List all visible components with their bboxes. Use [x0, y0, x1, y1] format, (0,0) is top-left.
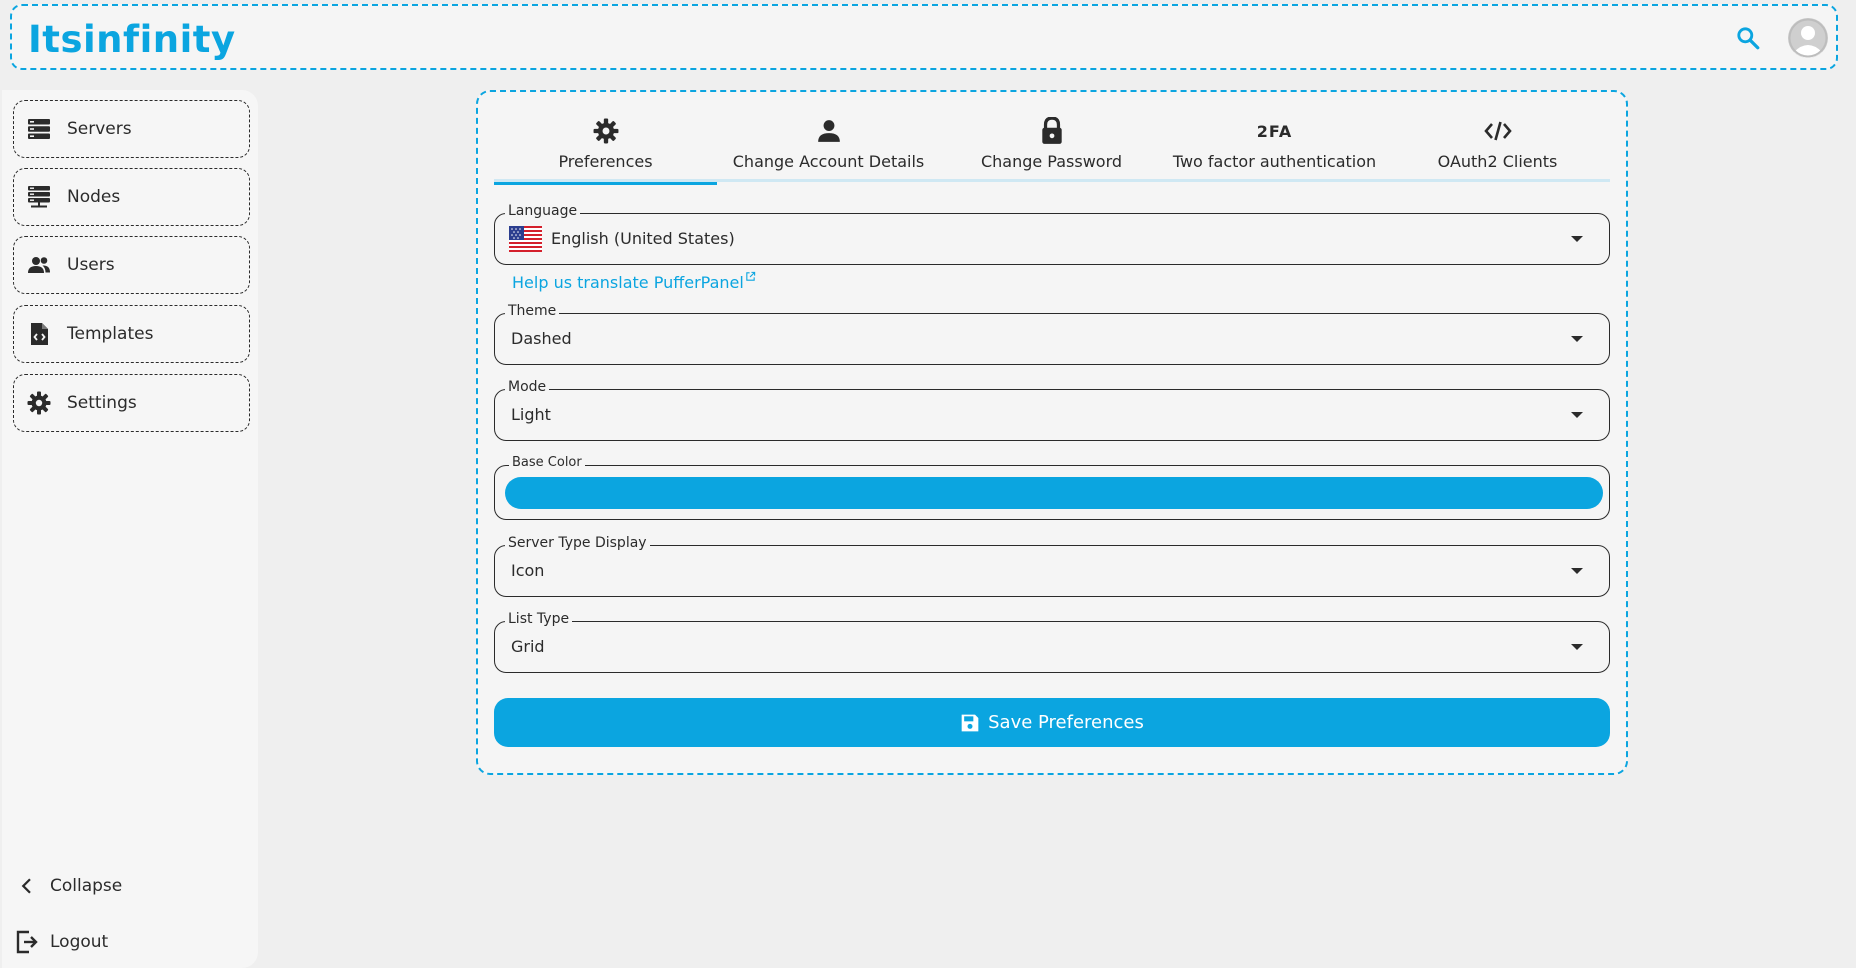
language-value: English (United States) — [551, 229, 735, 248]
sidebar-item-label: Settings — [67, 393, 137, 413]
sidebar-item-nodes[interactable]: Nodes — [13, 168, 250, 226]
chevron-down-icon — [1571, 568, 1583, 574]
sidebar-item-users[interactable]: Users — [13, 236, 250, 294]
tab-label: Two factor authentication — [1172, 152, 1377, 171]
collapse-button[interactable]: Collapse — [14, 866, 234, 906]
theme-value: Dashed — [511, 329, 572, 348]
language-select[interactable]: Language English (United States) — [494, 203, 1610, 265]
top-header: Itsinfinity — [10, 4, 1838, 70]
server-type-display-label: Server Type Display — [505, 535, 650, 551]
chevron-down-icon — [1571, 236, 1583, 242]
chevron-down-icon — [1571, 644, 1583, 650]
sidebar-item-settings[interactable]: Settings — [13, 374, 250, 432]
tab-preferences[interactable]: Preferences — [494, 112, 717, 185]
two-factor-icon: 2FA — [1256, 121, 1293, 141]
logout-icon — [14, 929, 40, 955]
base-color-field: Base Color — [494, 455, 1610, 520]
floppy-disk-icon — [961, 714, 979, 731]
save-preferences-button[interactable]: Save Preferences — [494, 698, 1610, 747]
search-icon — [1737, 27, 1760, 50]
tab-label: Preferences — [558, 152, 653, 171]
theme-select[interactable]: Theme Dashed — [494, 303, 1610, 365]
search-button[interactable] — [1730, 20, 1766, 56]
language-label: Language — [505, 203, 581, 219]
settings-icon — [25, 389, 53, 417]
server-type-display-value: Icon — [511, 561, 545, 580]
mode-value: Light — [511, 405, 551, 424]
sidebar-item-label: Users — [67, 255, 115, 275]
lock-icon — [1039, 116, 1065, 146]
servers-icon — [25, 115, 53, 143]
mode-label: Mode — [505, 379, 550, 395]
theme-label: Theme — [505, 303, 560, 319]
avatar-icon — [1788, 18, 1828, 58]
base-color-label: Base Color — [509, 455, 585, 470]
person-icon — [816, 116, 842, 146]
account-tabs: Preferences Change Account Details Chang… — [494, 112, 1610, 185]
mode-select[interactable]: Mode Light — [494, 379, 1610, 441]
preferences-card: Preferences Change Account Details Chang… — [476, 90, 1628, 775]
tab-label: Change Password — [980, 152, 1123, 171]
app-logo[interactable]: Itsinfinity — [28, 18, 236, 61]
sidebar: Servers Nodes Users Templates Settings C… — [2, 90, 258, 968]
external-link-icon — [746, 271, 756, 281]
collapse-label: Collapse — [50, 876, 123, 896]
list-type-value: Grid — [511, 637, 545, 656]
us-flag-icon — [509, 226, 542, 252]
tab-change-password[interactable]: Change Password — [940, 112, 1163, 182]
tab-label: OAuth2 Clients — [1437, 152, 1558, 171]
chevron-down-icon — [1571, 412, 1583, 418]
app-root: Itsinfinity Servers Nodes Users Template… — [0, 0, 1856, 968]
server-type-display-select[interactable]: Server Type Display Icon — [494, 535, 1610, 597]
nodes-icon — [25, 183, 53, 211]
sidebar-item-servers[interactable]: Servers — [13, 100, 250, 158]
logout-label: Logout — [50, 932, 109, 952]
gear-icon — [593, 116, 619, 146]
sidebar-item-templates[interactable]: Templates — [13, 305, 250, 363]
tab-change-account-details[interactable]: Change Account Details — [717, 112, 940, 182]
tab-two-factor-authentication[interactable]: 2FA Two factor authentication — [1163, 112, 1386, 182]
sidebar-item-label: Nodes — [67, 187, 121, 207]
sidebar-item-label: Templates — [67, 324, 154, 344]
translate-help-link[interactable]: Help us translate PufferPanel — [512, 271, 756, 292]
translate-help-label: Help us translate PufferPanel — [512, 273, 744, 292]
tab-oauth2-clients[interactable]: OAuth2 Clients — [1386, 112, 1609, 182]
code-icon — [1483, 116, 1512, 146]
templates-icon — [25, 320, 53, 348]
list-type-label: List Type — [505, 611, 573, 627]
user-avatar[interactable] — [1788, 18, 1828, 58]
sidebar-item-label: Servers — [67, 119, 132, 139]
base-color-swatch[interactable] — [505, 477, 1603, 509]
tab-label: Change Account Details — [732, 152, 925, 171]
save-preferences-label: Save Preferences — [988, 712, 1144, 733]
list-type-select[interactable]: List Type Grid — [494, 611, 1610, 673]
logout-button[interactable]: Logout — [14, 922, 234, 962]
chevron-down-icon — [1571, 336, 1583, 342]
chevron-left-icon — [14, 873, 40, 899]
users-icon — [25, 251, 53, 279]
